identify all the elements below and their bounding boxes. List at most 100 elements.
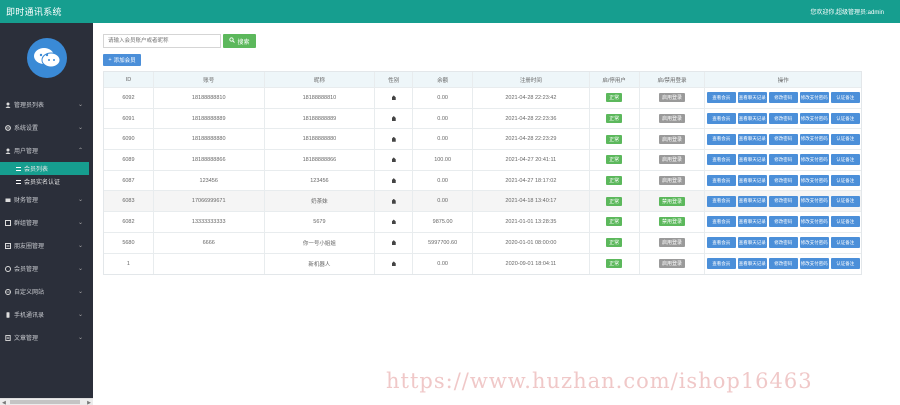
search-button[interactable]: 搜索 [223, 34, 256, 48]
view-member-button[interactable]: 查看会员 [706, 237, 736, 249]
change-password-button[interactable]: 修改密码 [768, 154, 798, 166]
verification-note-button[interactable]: 认证备注 [830, 258, 860, 270]
sidebar-item-admin-list[interactable]: 管理员列表 ⌄ [0, 93, 93, 116]
view-chat-log-button[interactable]: 查看聊天记录 [737, 195, 767, 207]
change-pay-password-button[interactable]: 修改支付密码 [799, 237, 829, 249]
sidebar-horizontal-scrollbar[interactable]: ◀ ▶ [0, 398, 93, 405]
sidebar-item-articles[interactable]: 文章管理 ⌄ [0, 326, 93, 349]
column-header: 性别 [375, 72, 414, 87]
welcome-text[interactable]: 您欢迎你,超级管理员:admin [810, 7, 884, 16]
cell-reg-time: 2020-01-01 08:00:00 [473, 232, 590, 253]
change-pay-password-button[interactable]: 修改支付密码 [799, 113, 829, 125]
change-password-button[interactable]: 修改密码 [768, 175, 798, 187]
gender-icon [391, 136, 396, 142]
change-pay-password-button[interactable]: 修改支付密码 [799, 92, 829, 104]
cell-balance: 0.00 [413, 253, 474, 275]
cell-account: 18188888866 [154, 150, 265, 170]
change-password-button[interactable]: 修改密码 [768, 92, 798, 104]
view-member-button[interactable]: 查看会员 [706, 113, 736, 125]
sidebar-item-groups[interactable]: 群组管理 ⌄ [0, 211, 93, 234]
view-chat-log-button[interactable]: 查看聊天记录 [737, 133, 767, 145]
view-chat-log-button[interactable]: 查看聊天记录 [737, 113, 767, 125]
change-pay-password-button[interactable]: 修改支付密码 [799, 175, 829, 187]
verification-note-button[interactable]: 认证备注 [830, 175, 860, 187]
cell-actions: 查看会员 查看聊天记录 修改密码 修改支付密码 认证备注 [705, 212, 861, 232]
view-chat-log-button[interactable]: 查看聊天记录 [737, 258, 767, 270]
change-pay-password-button[interactable]: 修改支付密码 [799, 216, 829, 228]
login-toggle-badge[interactable]: 启用登录 [659, 155, 686, 165]
view-member-button[interactable]: 查看会员 [706, 258, 736, 270]
sidebar-item-phone-contacts[interactable]: 手机通讯录 ⌄ [0, 303, 93, 326]
view-member-button[interactable]: 查看会员 [706, 92, 736, 104]
sidebar-item-custom-website[interactable]: 自定义网站 ⌄ [0, 280, 93, 303]
view-chat-log-button[interactable]: 查看聊天记录 [737, 175, 767, 187]
view-chat-log-button[interactable]: 查看聊天记录 [737, 237, 767, 249]
view-member-button[interactable]: 查看会员 [706, 133, 736, 145]
cell-status: 正常 [590, 88, 640, 108]
view-member-button[interactable]: 查看会员 [706, 216, 736, 228]
verification-note-button[interactable]: 认证备注 [830, 216, 860, 228]
view-member-button[interactable]: 查看会员 [706, 154, 736, 166]
status-badge[interactable]: 正常 [606, 217, 623, 227]
sidebar-item-moments[interactable]: 朋友圈管理 ⌄ [0, 234, 93, 257]
cell-account: 17066999671 [154, 191, 265, 212]
sidebar-item-system-settings[interactable]: 系统设置 ⌄ [0, 116, 93, 139]
status-badge[interactable]: 正常 [606, 155, 623, 165]
change-pay-password-button[interactable]: 修改支付密码 [799, 258, 829, 270]
sidebar-item-label: 群组管理 [14, 221, 39, 227]
change-password-button[interactable]: 修改密码 [768, 195, 798, 207]
view-chat-log-button[interactable]: 查看聊天记录 [737, 216, 767, 228]
status-badge[interactable]: 正常 [606, 176, 623, 186]
verification-note-button[interactable]: 认证备注 [830, 92, 860, 104]
cell-reg-time: 2021-04-27 20:41:11 [473, 150, 590, 170]
sidebar-item-user-management[interactable]: 用户管理 ⌃ [0, 139, 93, 162]
change-pay-password-button[interactable]: 修改支付密码 [799, 154, 829, 166]
view-chat-log-button[interactable]: 查看聊天记录 [737, 92, 767, 104]
view-member-button[interactable]: 查看会员 [706, 175, 736, 187]
status-badge[interactable]: 正常 [606, 114, 623, 124]
verification-note-button[interactable]: 认证备注 [830, 113, 860, 125]
cell-actions: 查看会员 查看聊天记录 修改密码 修改支付密码 认证备注 [705, 191, 861, 211]
scroll-left-icon[interactable]: ◀ [2, 400, 6, 405]
scroll-right-icon[interactable]: ▶ [87, 400, 91, 405]
change-password-button[interactable]: 修改密码 [768, 113, 798, 125]
login-toggle-badge[interactable]: 禁用登录 [659, 196, 686, 206]
cell-id: 1 [104, 253, 154, 275]
user-icon [5, 102, 11, 108]
sidebar-subitem-member-verification[interactable]: 会员实名认证 [0, 175, 93, 188]
gender-icon [391, 116, 396, 122]
add-member-button[interactable]: + 添加会员 [103, 54, 141, 66]
change-password-button[interactable]: 修改密码 [768, 133, 798, 145]
verification-note-button[interactable]: 认证备注 [830, 133, 860, 145]
sidebar-subitem-member-list[interactable]: 会员列表 [0, 162, 89, 175]
cell-gender [375, 253, 414, 275]
sidebar-item-finance[interactable]: 财务管理 ⌄ [0, 188, 93, 211]
change-password-button[interactable]: 修改密码 [768, 216, 798, 228]
change-pay-password-button[interactable]: 修改支付密码 [799, 133, 829, 145]
cell-nickname: 新机器人 [265, 253, 376, 275]
view-chat-log-button[interactable]: 查看聊天记录 [737, 154, 767, 166]
status-badge[interactable]: 正常 [606, 238, 623, 248]
change-pay-password-button[interactable]: 修改支付密码 [799, 195, 829, 207]
status-badge[interactable]: 正常 [606, 134, 623, 144]
login-toggle-badge[interactable]: 启用登录 [659, 238, 686, 248]
verification-note-button[interactable]: 认证备注 [830, 195, 860, 207]
view-member-button[interactable]: 查看会员 [706, 195, 736, 207]
status-badge[interactable]: 正常 [606, 93, 623, 103]
login-toggle-badge[interactable]: 启用登录 [659, 114, 686, 124]
change-password-button[interactable]: 修改密码 [768, 237, 798, 249]
change-password-button[interactable]: 修改密码 [768, 258, 798, 270]
sidebar-item-members[interactable]: 会员管理 ⌄ [0, 257, 93, 280]
gender-icon [391, 219, 396, 225]
verification-note-button[interactable]: 认证备注 [830, 154, 860, 166]
verification-note-button[interactable]: 认证备注 [830, 237, 860, 249]
login-toggle-badge[interactable]: 启用登录 [659, 176, 686, 186]
status-badge[interactable]: 正常 [606, 196, 623, 206]
scrollbar-thumb[interactable] [10, 400, 80, 404]
login-toggle-badge[interactable]: 启用登录 [659, 259, 686, 269]
search-input[interactable] [103, 34, 221, 48]
login-toggle-badge[interactable]: 启用登录 [659, 134, 686, 144]
login-toggle-badge[interactable]: 禁用登录 [659, 217, 686, 227]
status-badge[interactable]: 正常 [606, 259, 623, 269]
login-toggle-badge[interactable]: 启用登录 [659, 93, 686, 103]
